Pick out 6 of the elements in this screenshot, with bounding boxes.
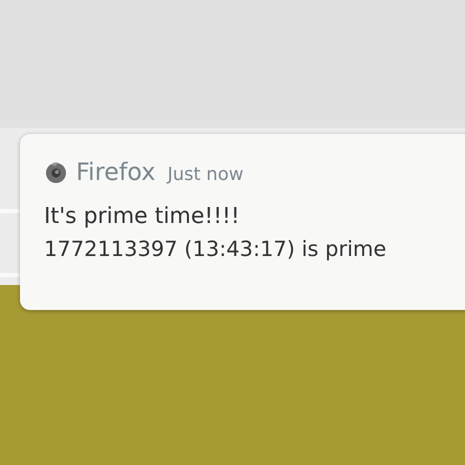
notification-body: 1772113397 (13:43:17) is prime xyxy=(44,237,388,261)
browser-logo-icon xyxy=(44,160,68,184)
timestamp: Just now xyxy=(167,164,244,184)
notification-title: It's prime time!!!! xyxy=(44,204,241,229)
app-name: Firefox xyxy=(76,158,156,186)
notification-card[interactable]: Firefox Just now It's prime time!!!! 1772113397 (13:43:17) is prime xyxy=(20,134,465,310)
